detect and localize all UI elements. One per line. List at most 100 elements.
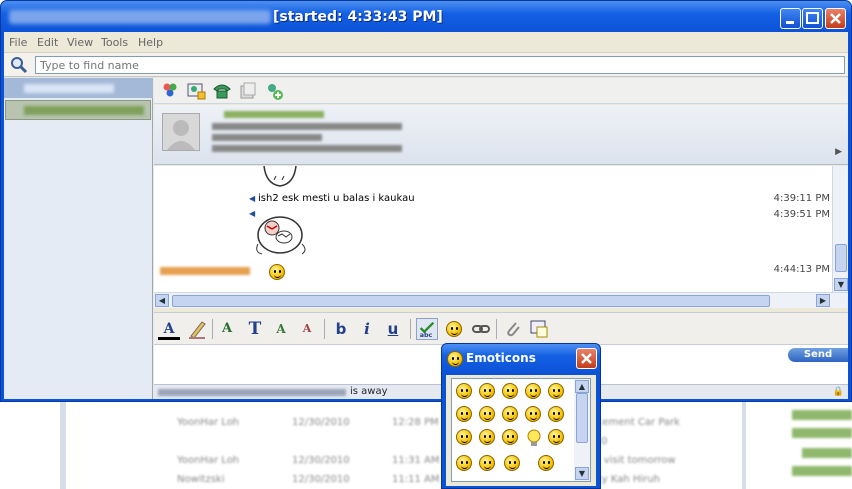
horizontal-scroll-thumb[interactable] — [172, 295, 770, 307]
emoticon-grid: ▲ ▼ — [451, 378, 591, 482]
contact-name-title — [9, 10, 271, 24]
grow-text-icon[interactable]: A — [270, 318, 292, 340]
window-title: [started: 4:33:43 PM] — [273, 9, 443, 25]
cool-icon[interactable] — [548, 383, 564, 399]
contact-profile-card: ▶ — [154, 105, 848, 165]
font-color-icon[interactable]: A — [158, 318, 180, 340]
font-icon[interactable]: A — [216, 318, 238, 340]
close-icon — [830, 13, 841, 24]
menu-file[interactable]: File — [9, 36, 27, 49]
highlight-icon[interactable] — [186, 318, 208, 340]
emoticons-scroll-thumb[interactable] — [576, 393, 588, 443]
svg-text:abc: abc — [420, 332, 433, 339]
emoticons-titlebar[interactable]: Emoticons — [442, 344, 600, 374]
spellcheck-icon[interactable]: abc — [416, 318, 438, 340]
chat-scroll-thumb[interactable] — [835, 244, 847, 272]
crying-icon[interactable] — [504, 455, 520, 471]
idea-icon[interactable] — [525, 429, 543, 447]
toolbar-separator — [324, 319, 325, 339]
wink-icon[interactable] — [502, 383, 518, 399]
message-text: ish2 esk mesti u balas i kaukau — [258, 193, 415, 204]
add-contact-icon[interactable] — [186, 81, 206, 101]
bold-icon[interactable]: b — [330, 318, 352, 340]
screenshot-icon[interactable] — [528, 318, 550, 340]
smile-icon[interactable] — [456, 383, 472, 399]
rofl-icon[interactable] — [538, 455, 554, 471]
text-icon[interactable]: T — [244, 318, 266, 340]
menu-view[interactable]: View — [67, 36, 93, 49]
sad-icon[interactable] — [502, 406, 518, 422]
sidebar-contact-1[interactable] — [4, 78, 153, 98]
emoticon-icon[interactable] — [446, 321, 462, 337]
minimize-button[interactable] — [780, 8, 801, 29]
profile-expand-icon[interactable]: ▶ — [835, 147, 842, 157]
background-row: YoonHar Loh 12/30/2010 11:31 AM one visit t… — [177, 455, 676, 466]
send-button[interactable]: Send — [788, 348, 848, 362]
thinking-icon[interactable] — [502, 429, 518, 445]
background-divider — [742, 400, 746, 489]
phone-icon[interactable] — [212, 81, 232, 101]
sidebar-contact-2[interactable] — [5, 100, 151, 120]
scroll-right-icon[interactable]: ▶ — [816, 294, 830, 307]
background-row: YoonHar Loh 12/30/2010 12:28 PM Placement C… — [177, 417, 680, 428]
avatar[interactable] — [162, 113, 200, 151]
conversation-toolbar — [154, 78, 848, 104]
chat-horizontal-scrollbar[interactable]: ◀ ▶ — [154, 292, 848, 308]
blocked-smile-icon[interactable] — [456, 455, 472, 471]
emoticon-title-icon — [447, 351, 463, 367]
message-timestamp: 4:39:11 PM — [773, 193, 830, 204]
maximize-button[interactable] — [802, 8, 823, 29]
angry-icon[interactable] — [479, 406, 495, 422]
laugh-emoticon — [269, 264, 285, 280]
search-icon[interactable] — [10, 56, 28, 74]
emoticons-close-button[interactable] — [576, 348, 597, 369]
underline-icon[interactable]: u — [382, 318, 404, 340]
check-smile-icon[interactable] — [548, 429, 564, 445]
minimize-icon — [786, 21, 794, 24]
shrink-text-icon[interactable]: A — [296, 318, 318, 340]
find-bar — [4, 53, 848, 77]
files-icon[interactable] — [238, 81, 258, 101]
attach-icon[interactable] — [502, 318, 524, 340]
laugh-icon[interactable] — [479, 383, 495, 399]
menu-help[interactable]: Help — [138, 36, 163, 49]
chat-window: [started: 4:33:43 PM] File Edit View Too… — [0, 0, 852, 402]
chat-scrollbar[interactable]: ▼ — [832, 166, 848, 292]
smirk-icon[interactable] — [479, 455, 495, 471]
window-body: File Edit View Tools Help Type to find n… — [4, 32, 848, 399]
find-name-input[interactable] — [35, 56, 845, 74]
menu-tools[interactable]: Tools — [101, 36, 128, 49]
tongue-icon[interactable] — [456, 429, 472, 445]
message-timestamp: 4:39:51 PM — [773, 209, 830, 220]
scroll-left-icon[interactable]: ◀ — [155, 294, 169, 307]
lock-icon: 🔒 — [832, 387, 844, 397]
scroll-up-icon[interactable]: ▲ — [575, 380, 589, 393]
toolbar-separator — [410, 319, 411, 339]
emoticons-popup: Emoticons ▲ ▼ — [441, 343, 601, 489]
close-button[interactable] — [825, 8, 846, 29]
contact-status-message — [212, 145, 402, 152]
scroll-down-icon[interactable]: ▼ — [575, 467, 589, 480]
menu-edit[interactable]: Edit — [37, 36, 58, 49]
maximize-icon — [806, 12, 819, 24]
link-icon[interactable] — [470, 318, 492, 340]
status-contact-name — [158, 389, 346, 396]
angry-sticker-icon — [256, 216, 306, 255]
contact-headline — [212, 123, 402, 130]
grin-icon[interactable] — [525, 383, 541, 399]
window-titlebar[interactable]: [started: 4:33:43 PM] — [1, 1, 851, 33]
worried-icon[interactable] — [525, 406, 541, 422]
confused-icon[interactable] — [548, 406, 564, 422]
scroll-down-icon[interactable]: ▼ — [834, 278, 848, 291]
background-row: 2010 — [92, 433, 722, 451]
surprised-icon[interactable] — [456, 406, 472, 422]
contacts-icon[interactable] — [160, 81, 180, 101]
avatar-placeholder-icon — [167, 120, 195, 150]
shocked-icon[interactable] — [479, 429, 495, 445]
status-text: is away — [350, 386, 388, 397]
invite-icon[interactable] — [264, 81, 284, 101]
toolbar-separator — [496, 319, 497, 339]
emoticons-title: Emoticons — [466, 351, 536, 365]
italic-icon[interactable]: i — [356, 318, 378, 340]
emoticons-scrollbar[interactable]: ▲ ▼ — [574, 379, 590, 481]
